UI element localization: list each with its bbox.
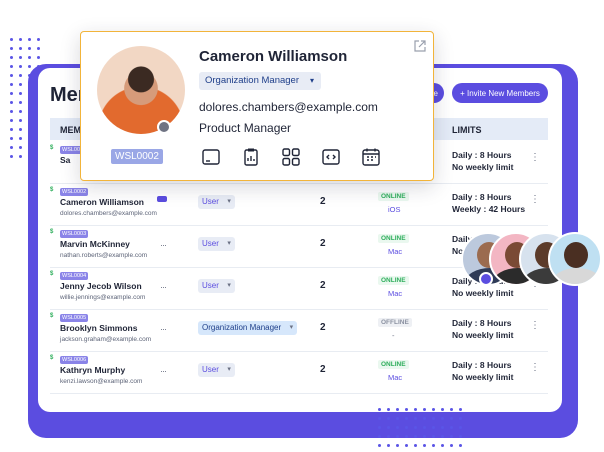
role-select[interactable]: User — [198, 237, 235, 251]
weekly-limit: No weekly limit — [452, 162, 514, 172]
external-link-icon[interactable] — [413, 39, 427, 53]
decorative-dots-bottom — [378, 408, 462, 447]
status-badge: OFFLINE — [378, 318, 412, 327]
more-icon[interactable]: ··· — [160, 240, 167, 250]
role-select[interactable]: User — [198, 363, 235, 377]
team-avatars — [459, 232, 604, 290]
status-badge: ONLINE — [378, 192, 409, 201]
table-row[interactable]: $ WSL0002 Cameron Williamson dolores.cha… — [50, 184, 548, 226]
row-menu-icon[interactable]: ⋮ — [530, 363, 540, 373]
calendar-icon[interactable] — [361, 147, 381, 167]
member-name: Marvin McKinney — [60, 239, 130, 249]
more-icon[interactable]: ··· — [160, 282, 167, 292]
more-icon[interactable]: ··· — [160, 324, 167, 334]
apps-icon[interactable] — [281, 147, 301, 167]
profile-name: Cameron Williamson — [199, 48, 348, 65]
member-name: Sa — [60, 155, 71, 165]
presence-indicator — [157, 120, 171, 134]
daily-limit: Daily : 8 Hours — [452, 318, 512, 328]
role-select[interactable]: User — [198, 195, 235, 209]
device-count: 2 — [320, 322, 326, 333]
device-count: 2 — [320, 364, 326, 375]
status-badge: ONLINE — [378, 234, 409, 243]
member-id-badge: WSL0004 — [60, 272, 89, 280]
member-name: Cameron Williamson — [60, 197, 144, 207]
member-email: kenzi.lawson@example.com — [60, 378, 143, 385]
member-email: dolores.chambers@example.com — [60, 210, 157, 217]
message-icon[interactable] — [157, 196, 167, 202]
weekly-limit: No weekly limit — [452, 330, 514, 340]
status-badge: ONLINE — [378, 276, 409, 285]
table-row[interactable]: $ WSL0005 Brooklyn Simmons ··· jackson.g… — [50, 310, 548, 352]
table-row[interactable]: $ WSL0006 Kathryn Murphy ··· kenzi.lawso… — [50, 352, 548, 394]
weekly-limit: Weekly : 42 Hours — [452, 204, 526, 214]
report-icon[interactable] — [241, 147, 261, 167]
device-count: 2 — [320, 238, 326, 249]
row-menu-icon[interactable]: ⋮ — [530, 153, 540, 163]
weekly-limit: No weekly limit — [452, 372, 514, 382]
profile-job-title: Product Manager — [199, 121, 292, 135]
paid-icon: $ — [50, 355, 54, 361]
member-email: jackson.graham@example.com — [60, 336, 152, 343]
member-name: Kathryn Murphy — [60, 365, 126, 375]
member-id-badge: WSL0002 — [111, 149, 163, 164]
profile-email: dolores.chambers@example.com — [199, 100, 378, 114]
more-icon[interactable]: ··· — [160, 366, 167, 376]
role-select[interactable]: User — [198, 279, 235, 293]
device-count: 2 — [320, 196, 326, 207]
screen-icon[interactable] — [201, 147, 221, 167]
member-id-badge: WSL0003 — [60, 230, 89, 238]
os-label: - — [392, 331, 395, 340]
profile-actions — [201, 147, 381, 167]
header-limits: LIMITS — [452, 125, 482, 135]
avatar — [548, 232, 602, 286]
os-label: Mac — [388, 247, 403, 256]
lock-icon — [479, 272, 493, 286]
os-label: Mac — [388, 289, 403, 298]
paid-icon: $ — [50, 271, 54, 277]
device-count: 2 — [320, 280, 326, 291]
member-profile-popup: WSL0002 Cameron Williamson Organization … — [80, 31, 434, 181]
member-email: willie.jennings@example.com — [60, 294, 146, 301]
os-label: iOS — [388, 205, 401, 214]
member-id-badge: WSL0006 — [60, 356, 89, 364]
role-select[interactable]: Organization Manager — [198, 321, 298, 335]
member-name: Jenny Jecob Wilson — [60, 281, 142, 291]
daily-limit: Daily : 8 Hours — [452, 150, 512, 160]
profile-avatar — [97, 46, 185, 134]
paid-icon: $ — [50, 313, 54, 319]
invite-button-label: + Invite New Members — [460, 88, 540, 98]
os-label: Mac — [388, 373, 403, 382]
invite-members-button[interactable]: + Invite New Members — [452, 83, 548, 103]
member-id-badge: WSL0005 — [60, 314, 89, 322]
row-menu-icon[interactable]: ⋮ — [530, 195, 540, 205]
daily-limit: Daily : 8 Hours — [452, 192, 512, 202]
member-email: nathan.roberts@example.com — [60, 252, 148, 259]
paid-icon: $ — [50, 145, 54, 151]
row-menu-icon[interactable]: ⋮ — [530, 321, 540, 331]
paid-icon: $ — [50, 187, 54, 193]
role-select[interactable]: Organization Manager — [199, 72, 321, 90]
status-badge: ONLINE — [378, 360, 409, 369]
code-icon[interactable] — [321, 147, 341, 167]
paid-icon: $ — [50, 229, 54, 235]
daily-limit: Daily : 8 Hours — [452, 360, 512, 370]
member-id-badge: WSL0002 — [60, 188, 89, 196]
member-name: Brooklyn Simmons — [60, 323, 138, 333]
